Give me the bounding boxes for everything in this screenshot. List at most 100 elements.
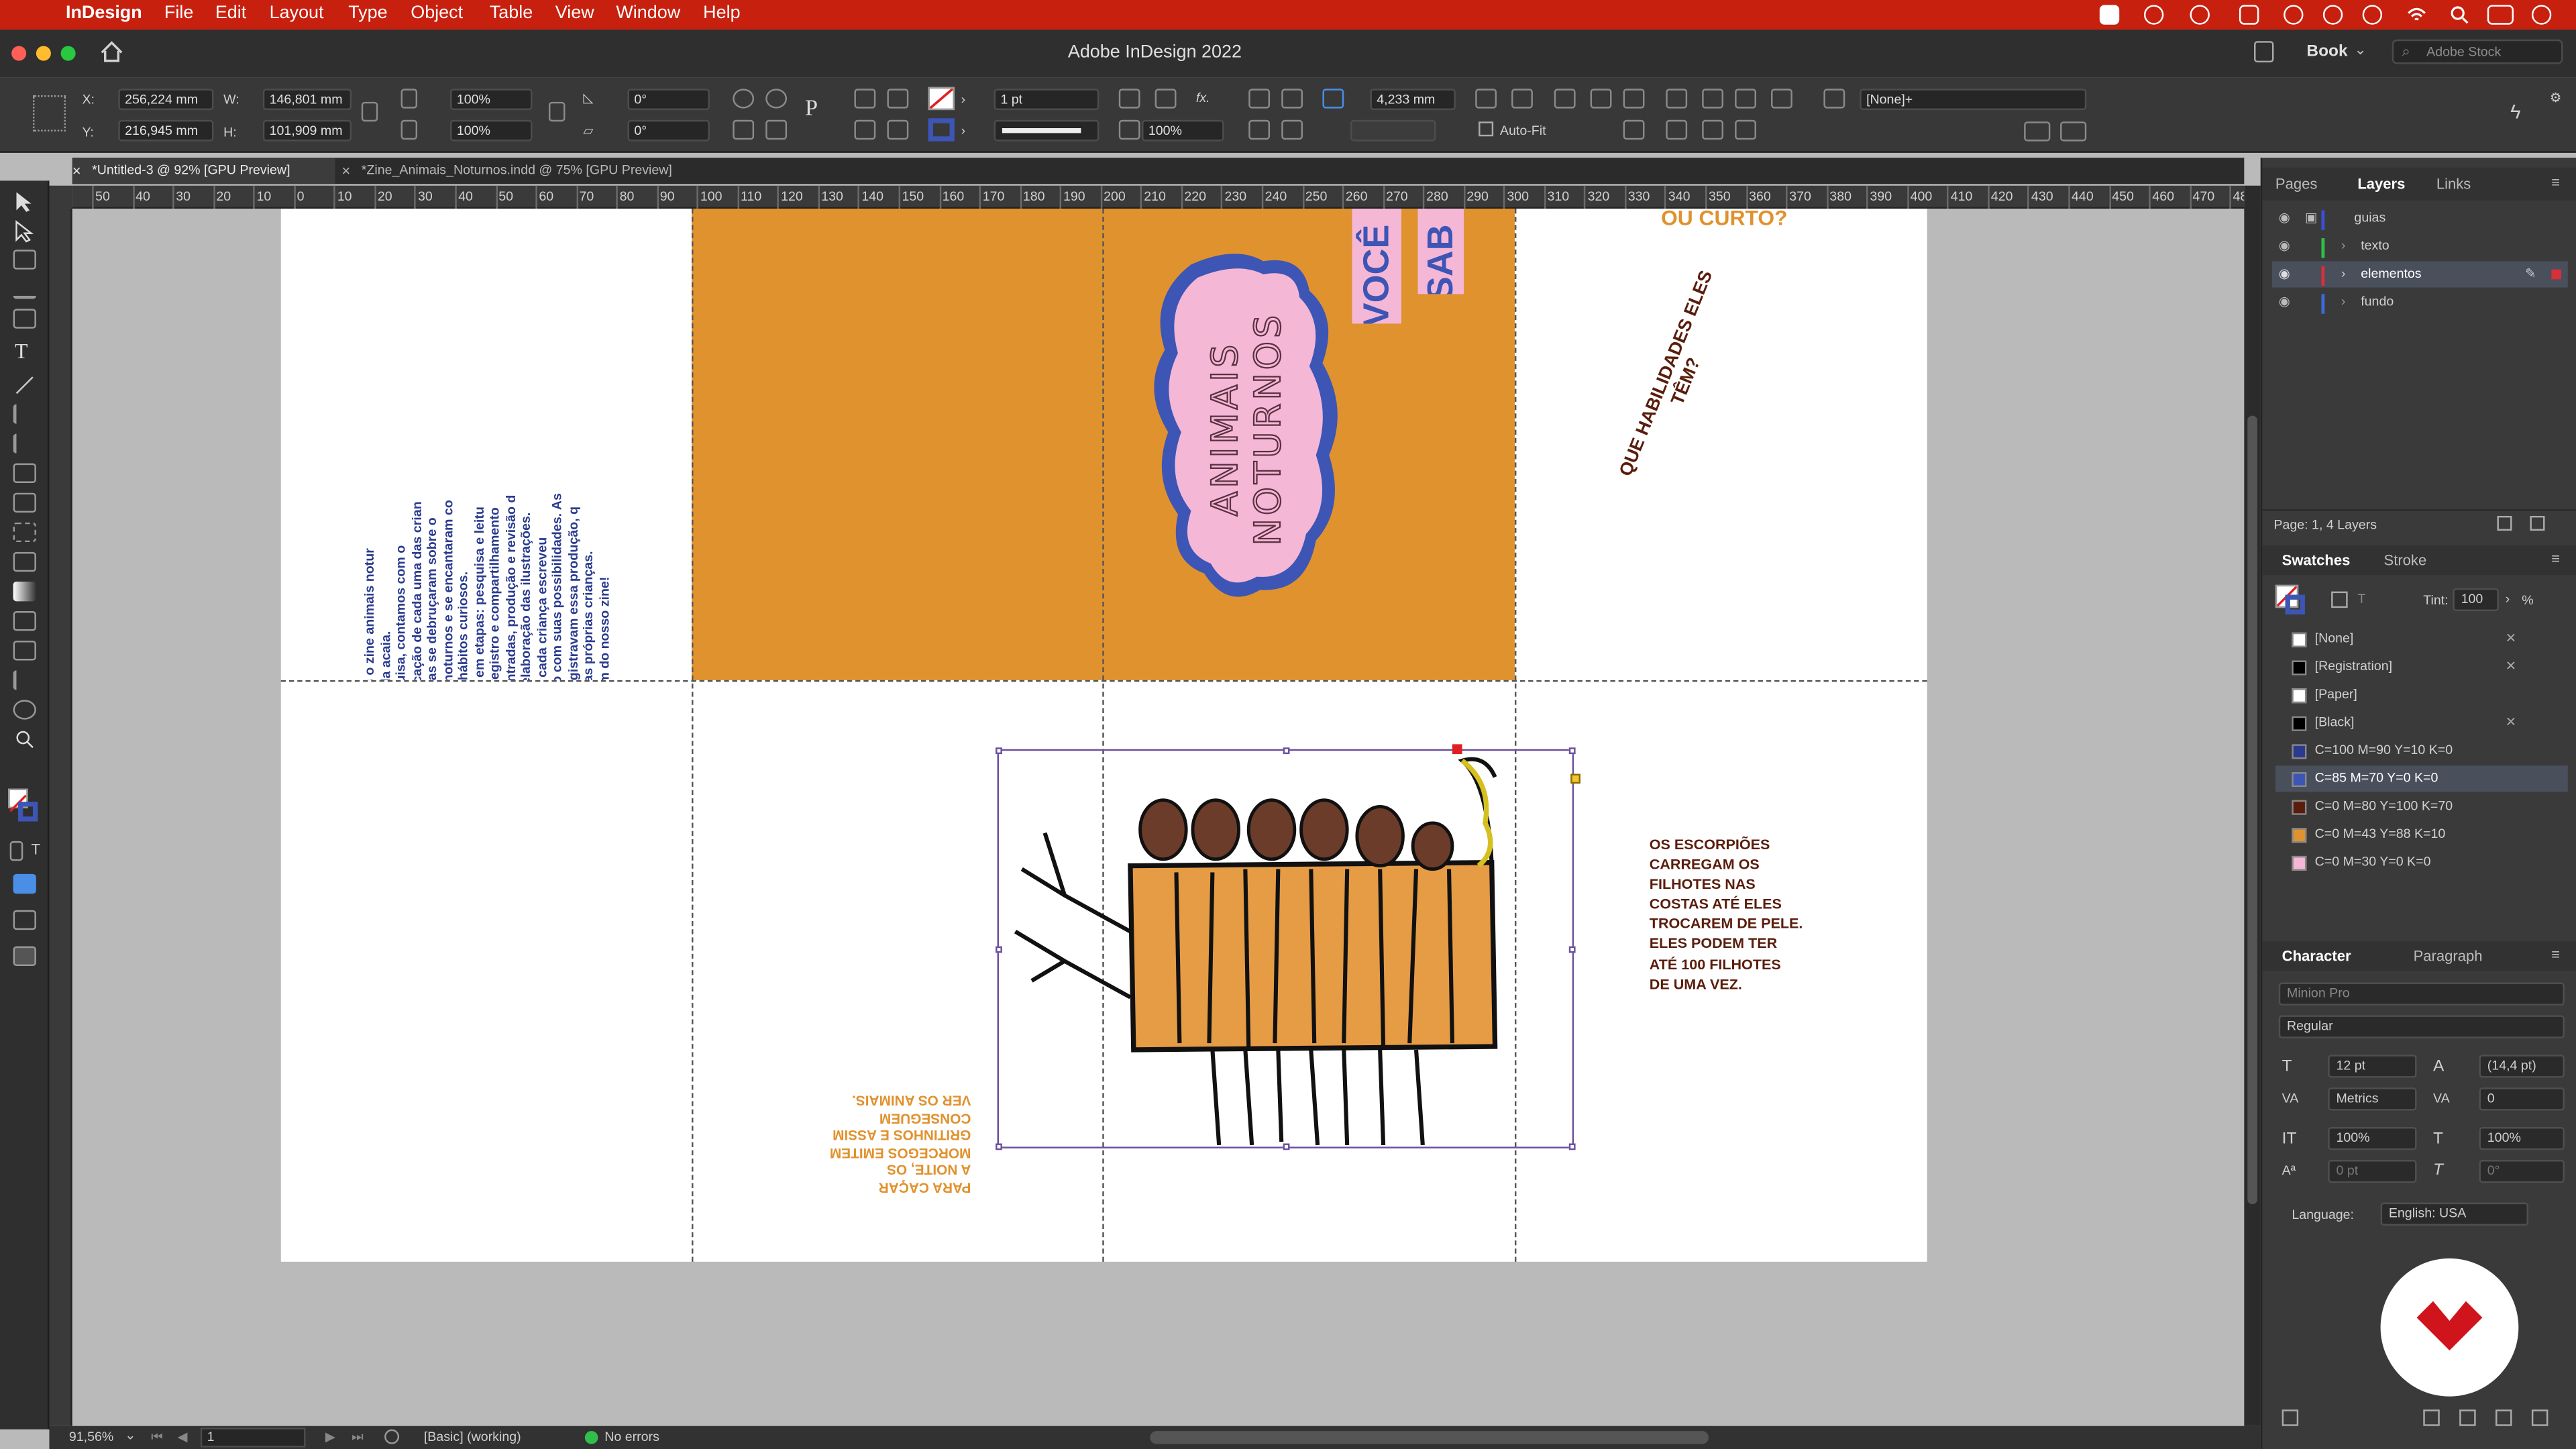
horizontal-scroll-thumb[interactable] xyxy=(1150,1431,1709,1444)
habilidades-heading[interactable]: QUE HABILIDADES ELES TÊM? xyxy=(1611,256,1743,500)
floating-brand-button[interactable] xyxy=(2380,1258,2519,1397)
panel-menu-icon[interactable]: ≡ xyxy=(2551,550,2560,566)
gap-tool-icon[interactable] xyxy=(13,279,36,299)
search-icon[interactable] xyxy=(2449,5,2469,24)
quick-apply-icon[interactable] xyxy=(2024,121,2051,142)
text-wrap-jump-icon[interactable] xyxy=(1281,119,1303,140)
swatch-c85-m70-y0-k0[interactable]: C=85 M=70 Y=0 K=0 xyxy=(2275,765,2568,792)
leading-field[interactable]: (14,4 pt) xyxy=(2479,1055,2565,1078)
menu-file[interactable]: File xyxy=(164,3,193,23)
selected-item-indicator[interactable] xyxy=(2551,269,2561,280)
direct-selection-tool-icon[interactable] xyxy=(15,220,34,243)
last-page-icon[interactable]: ⏭ xyxy=(352,1430,364,1446)
skew-field[interactable]: 0° xyxy=(2479,1159,2565,1183)
text-wrap-shape-icon[interactable] xyxy=(1248,119,1271,140)
record-icon[interactable] xyxy=(2284,5,2304,25)
close-window-button[interactable] xyxy=(11,46,27,61)
language-select[interactable]: English: USA xyxy=(2380,1202,2529,1226)
tab-zine-animais-noturnos[interactable]: × *Zine_Animais_Noturnos.indd @ 75% [GPU… xyxy=(341,158,719,184)
close-tab-icon[interactable]: × xyxy=(341,158,350,184)
tab-paragraph[interactable]: Paragraph xyxy=(2414,948,2483,964)
tracking-field[interactable]: 0 xyxy=(2479,1087,2565,1111)
swatch-views-icon[interactable] xyxy=(2282,1409,2299,1426)
selection-handle[interactable] xyxy=(1283,747,1290,755)
fit-proportionally-icon[interactable] xyxy=(1623,119,1645,140)
sab-tag[interactable]: SAB xyxy=(1417,209,1464,294)
horizontal-scale-field[interactable]: 100% xyxy=(2479,1127,2565,1150)
tab-links[interactable]: Links xyxy=(2436,176,2471,192)
morcego-text[interactable]: PARA CAÇAR A NOITE, OS MORCEGOS EMITEM G… xyxy=(773,1093,971,1196)
tab-layers[interactable]: Layers xyxy=(2357,176,2405,192)
ou-curto-heading[interactable]: OU CURTO? xyxy=(1661,209,1788,230)
align-right-icon[interactable] xyxy=(1735,89,1756,109)
gap-field[interactable]: 4,233 mm xyxy=(1370,89,1456,111)
vertical-scrollbar[interactable] xyxy=(2244,185,2261,1426)
sync-icon[interactable] xyxy=(2190,5,2210,25)
swatch-c0-m80-y100-k70[interactable]: C=0 M=80 Y=100 K=70 xyxy=(2275,794,2568,820)
fit-frame-icon[interactable] xyxy=(1511,89,1533,109)
preflight-profile[interactable]: [Basic] (working) xyxy=(424,1430,521,1444)
new-swatch-icon[interactable] xyxy=(2496,1409,2512,1426)
eye-icon[interactable]: ◉ xyxy=(2279,289,2290,315)
layer-row-texto[interactable]: ◉ › texto xyxy=(2272,233,2568,260)
tab-untitled-3[interactable]: × *Untitled-3 @ 92% [GPU Preview] xyxy=(72,158,335,184)
chevron-right-icon[interactable]: › xyxy=(2341,261,2346,287)
type-tool-icon[interactable]: T xyxy=(15,338,28,364)
horizontal-ruler[interactable]: 50 40 30 20 10 0 10 20 30 40 50 60 70 80 90 100 110 120 13… xyxy=(72,185,2295,209)
eye-icon[interactable]: ◉ xyxy=(2279,233,2290,260)
escorpioes-text[interactable]: OS ESCORPIÕES CARREGAM OS FILHOTES NAS C… xyxy=(1650,835,1863,994)
layer-row-fundo[interactable]: ◉ › fundo xyxy=(2272,289,2568,315)
tint-field[interactable]: 100 xyxy=(2453,588,2499,612)
baseline-shift-field[interactable]: 0 pt xyxy=(2328,1159,2417,1183)
select-previous-icon[interactable] xyxy=(854,119,876,140)
kerning-select[interactable]: Metrics xyxy=(2328,1087,2417,1111)
lightning-icon[interactable]: ϟ xyxy=(2510,100,2521,123)
scissors-tool-icon[interactable] xyxy=(13,522,36,543)
screen-icon[interactable] xyxy=(2239,5,2259,25)
menu-type[interactable]: Type xyxy=(348,3,387,23)
menu-edit[interactable]: Edit xyxy=(215,3,246,23)
formatting-container-icon[interactable] xyxy=(2331,591,2348,608)
select-content-icon[interactable] xyxy=(887,89,909,109)
zoom-level[interactable]: 91,56% xyxy=(69,1430,113,1444)
gradient-feather-tool-icon[interactable] xyxy=(13,611,36,631)
animais-noturnos-cloud[interactable]: ANIMAIS NOTURNOS xyxy=(1145,248,1352,606)
rotation-field[interactable]: 0° xyxy=(627,89,710,111)
share-icon[interactable] xyxy=(2254,41,2274,63)
scorpion-image-frame[interactable] xyxy=(996,744,1580,1150)
eye-icon[interactable]: ◉ xyxy=(2279,261,2290,287)
auto-size-icon[interactable] xyxy=(1322,89,1344,109)
auto-fit-checkbox[interactable] xyxy=(1479,121,1494,137)
selection-handle[interactable] xyxy=(1568,747,1576,755)
workspace-switcher[interactable]: Book xyxy=(2306,43,2347,61)
rotate-clockwise-icon[interactable] xyxy=(733,89,755,109)
font-style-select[interactable]: Regular xyxy=(2278,1015,2565,1038)
gradient-tool-icon[interactable] xyxy=(13,581,36,602)
flip-horizontal-icon[interactable] xyxy=(733,119,755,140)
selection-tool-icon[interactable] xyxy=(15,191,34,213)
menu-help[interactable]: Help xyxy=(703,3,740,23)
panel-menu-icon[interactable]: ≡ xyxy=(2551,947,2560,963)
scale-x-field[interactable]: 100% xyxy=(450,89,533,111)
trash-icon[interactable] xyxy=(2530,515,2545,531)
chevron-right-icon[interactable]: › xyxy=(2341,289,2346,315)
swatch-c0-m30-y0-k0[interactable]: C=0 M=30 Y=0 K=0 xyxy=(2275,849,2568,875)
width-field[interactable]: 146,801 mm xyxy=(262,89,352,111)
align-center-icon[interactable] xyxy=(1702,89,1724,109)
fit-content-icon[interactable] xyxy=(1475,89,1497,109)
panel-options-icon[interactable] xyxy=(2060,121,2087,142)
layer-row-guias[interactable]: ◉ ▣ guias xyxy=(2272,205,2568,231)
free-transform-tool-icon[interactable] xyxy=(13,551,36,572)
menu-app[interactable]: InDesign xyxy=(66,3,142,23)
previous-page-icon[interactable]: ◀ xyxy=(177,1430,187,1444)
wifi-icon[interactable] xyxy=(2407,5,2426,24)
next-page-icon[interactable]: ▶ xyxy=(325,1430,335,1444)
chevron-right-icon[interactable]: › xyxy=(2506,592,2510,606)
formatting-container-icon[interactable] xyxy=(9,841,23,861)
folder-icon[interactable] xyxy=(2459,1409,2476,1426)
eyedropper-tool-icon[interactable] xyxy=(13,670,36,690)
flip-vertical-icon[interactable] xyxy=(765,119,788,140)
trash-icon[interactable] xyxy=(2531,1409,2548,1426)
frame-icon[interactable] xyxy=(1155,89,1177,109)
pen-tool-icon[interactable] xyxy=(13,404,36,424)
